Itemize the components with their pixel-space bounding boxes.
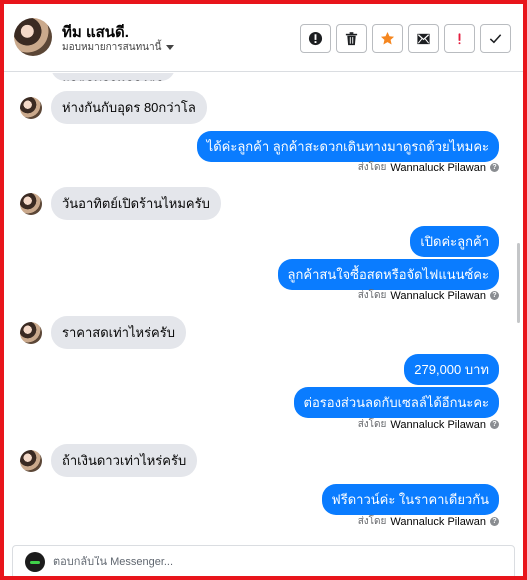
sent-by-prefix: ส่งโดย	[357, 419, 387, 430]
message-bubble-outgoing: 279,000 บาท	[404, 354, 499, 385]
contact-avatar[interactable]	[14, 18, 52, 56]
agent-name[interactable]: Wannaluck Pilawan	[390, 290, 486, 302]
message-row-incoming: ห่างกันกับอุดร 80กว่าโล	[20, 91, 207, 124]
sent-by-line: ส่งโดย Wannaluck Pilawan?	[358, 160, 499, 175]
sender-avatar	[20, 192, 42, 215]
mark-done-button[interactable]	[480, 24, 511, 53]
message-bubble-outgoing: เปิดค่ะลูกค้า	[410, 226, 499, 257]
thread-scrollbar[interactable]	[517, 243, 520, 323]
star-icon	[380, 31, 395, 45]
message-bubble-incoming: วันอาทิตย์เปิดร้านไหมครับ	[51, 187, 221, 220]
sender-avatar	[20, 96, 42, 119]
reply-bar	[12, 545, 515, 576]
conversation-header: ทีม แสนดี. มอบหมายการสนทนานี้	[4, 4, 523, 72]
delete-button[interactable]	[336, 24, 367, 53]
envelope-icon	[417, 33, 430, 45]
sent-by-prefix: ส่งโดย	[357, 290, 387, 301]
message-bubble-outgoing: ฟรีดาวน์ค่ะ ในราคาเดียวกัน	[321, 484, 499, 515]
check-icon	[489, 34, 502, 44]
help-icon[interactable]: ?	[490, 420, 499, 429]
assign-label: มอบหมายการสนทนานี้	[62, 42, 162, 53]
agent-name[interactable]: Wannaluck Pilawan	[390, 162, 486, 174]
message-bubble-outgoing: ต่อรองส่วนลดกับเซลล์ได้อีกนะคะ	[293, 387, 499, 418]
star-button[interactable]	[372, 24, 403, 53]
reply-input[interactable]	[53, 556, 473, 568]
help-icon[interactable]: ?	[490, 291, 499, 300]
mark-unread-button[interactable]	[408, 24, 439, 53]
sent-by-line: ส่งโดย Wannaluck Pilawan?	[358, 417, 499, 432]
message-bubble-incoming: ถ้าเงินดาวเท่าไหร่ครับ	[51, 444, 198, 477]
chevron-down-icon	[166, 44, 175, 50]
mark-spam-button[interactable]	[300, 24, 331, 53]
exclamation-icon	[458, 33, 461, 45]
page-avatar	[25, 552, 45, 572]
agent-name[interactable]: Wannaluck Pilawan	[390, 516, 486, 528]
agent-name[interactable]: Wannaluck Pilawan	[390, 419, 486, 431]
conversation-frame: ทีม แสนดี. มอบหมายการสนทนานี้ ผลตอบอาหกล…	[0, 0, 527, 580]
message-bubble-incoming: ราคาสดเท่าไหร่ครับ	[51, 316, 186, 349]
message-row-incoming: ถ้าเงินดาวเท่าไหร่ครับ	[20, 444, 198, 477]
message-bubble-outgoing: ได้ค่ะลูกค้า ลูกค้าสะดวกเดินทางมาดูรถด้ว…	[196, 131, 499, 162]
sent-by-line: ส่งโดย Wannaluck Pilawan?	[358, 288, 499, 303]
message-bubble-incoming: ผลตอบอาหกลงตา	[51, 73, 175, 81]
message-bubble-incoming: ห่างกันกับอุดร 80กว่าโล	[51, 91, 207, 124]
trash-icon	[345, 32, 358, 46]
message-row-incoming: วันอาทิตย์เปิดร้านไหมครับ	[20, 187, 221, 220]
sent-by-prefix: ส่งโดย	[357, 516, 387, 527]
help-icon[interactable]: ?	[490, 163, 499, 172]
sender-avatar	[20, 321, 42, 344]
message-row-incoming: ราคาสดเท่าไหร่ครับ	[20, 316, 186, 349]
follow-up-button[interactable]	[444, 24, 475, 53]
message-thread[interactable]: ผลตอบอาหกลงตา ห่างกันกับอุดร 80กว่าโล ได…	[4, 73, 523, 544]
sender-avatar	[20, 449, 42, 472]
sent-by-prefix: ส่งโดย	[357, 162, 387, 173]
sent-by-line: ส่งโดย Wannaluck Pilawan?	[358, 514, 499, 529]
alert-circle-icon	[308, 31, 323, 46]
message-bubble-outgoing: ลูกค้าสนใจซื้อสดหรือจัดไฟแนนซ์คะ	[277, 259, 499, 290]
assign-conversation-dropdown[interactable]: มอบหมายการสนทนานี้	[62, 40, 175, 55]
help-icon[interactable]: ?	[490, 517, 499, 526]
